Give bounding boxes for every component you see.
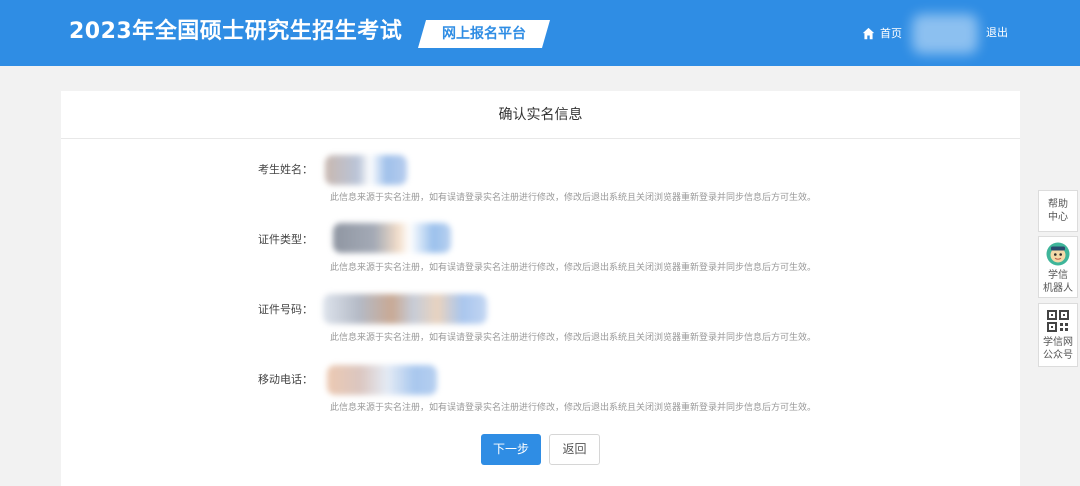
back-button[interactable]: 返回 xyxy=(549,434,600,465)
card-title: 确认实名信息 xyxy=(61,91,1020,139)
name-value-redacted xyxy=(325,155,407,185)
next-step-button[interactable]: 下一步 xyxy=(481,434,541,465)
top-header: 2023年全国硕士研究生招生考试 网上报名平台 首页 退出 xyxy=(0,0,1080,66)
platform-badge-label: 网上报名平台 xyxy=(442,26,526,42)
wechat-label-1: 学信网 xyxy=(1043,337,1073,348)
robot-label-2: 机器人 xyxy=(1043,283,1073,294)
home-link[interactable]: 首页 xyxy=(862,24,902,42)
help-center-label-1: 帮助 xyxy=(1048,199,1068,210)
platform-badge: 网上报名平台 xyxy=(417,20,551,48)
realname-confirm-card: 确认实名信息 考生姓名： 此信息来源于实名注册，如有误请登录实名注册进行修改，修… xyxy=(61,91,1020,486)
id-number-label: 证件号码： xyxy=(258,303,313,316)
mobile-label: 移动电话： xyxy=(258,373,313,386)
mobile-value-redacted xyxy=(327,365,437,395)
name-note: 此信息来源于实名注册，如有误请登录实名注册进行修改，修改后退出系统且关闭浏览器重… xyxy=(330,193,817,203)
id-number-note: 此信息来源于实名注册，如有误请登录实名注册进行修改，修改后退出系统且关闭浏览器重… xyxy=(330,333,817,343)
username-redacted xyxy=(912,14,978,54)
wechat-account-button[interactable]: 学信网 公众号 xyxy=(1038,303,1078,367)
id-type-value-redacted xyxy=(333,223,451,253)
name-label: 考生姓名： xyxy=(258,163,313,176)
logout-link[interactable]: 退出 xyxy=(986,24,1008,42)
home-icon xyxy=(862,27,875,39)
mobile-note: 此信息来源于实名注册，如有误请登录实名注册进行修改，修改后退出系统且关闭浏览器重… xyxy=(330,403,817,413)
help-center-button[interactable]: 帮助 中心 xyxy=(1038,190,1078,232)
robot-label-1: 学信 xyxy=(1048,270,1068,281)
id-type-note: 此信息来源于实名注册，如有误请登录实名注册进行修改，修改后退出系统且关闭浏览器重… xyxy=(330,263,817,273)
home-link-label: 首页 xyxy=(880,27,902,40)
robot-avatar-icon xyxy=(1046,242,1070,266)
chsi-robot-button[interactable]: 学信 机器人 xyxy=(1038,236,1078,298)
id-type-label: 证件类型： xyxy=(258,233,313,246)
wechat-label-2: 公众号 xyxy=(1043,350,1073,361)
help-center-label-2: 中心 xyxy=(1048,212,1068,223)
site-title: 2023年全国硕士研究生招生考试 xyxy=(69,19,403,44)
qr-code-icon xyxy=(1047,310,1069,332)
id-number-value-redacted xyxy=(323,294,487,324)
